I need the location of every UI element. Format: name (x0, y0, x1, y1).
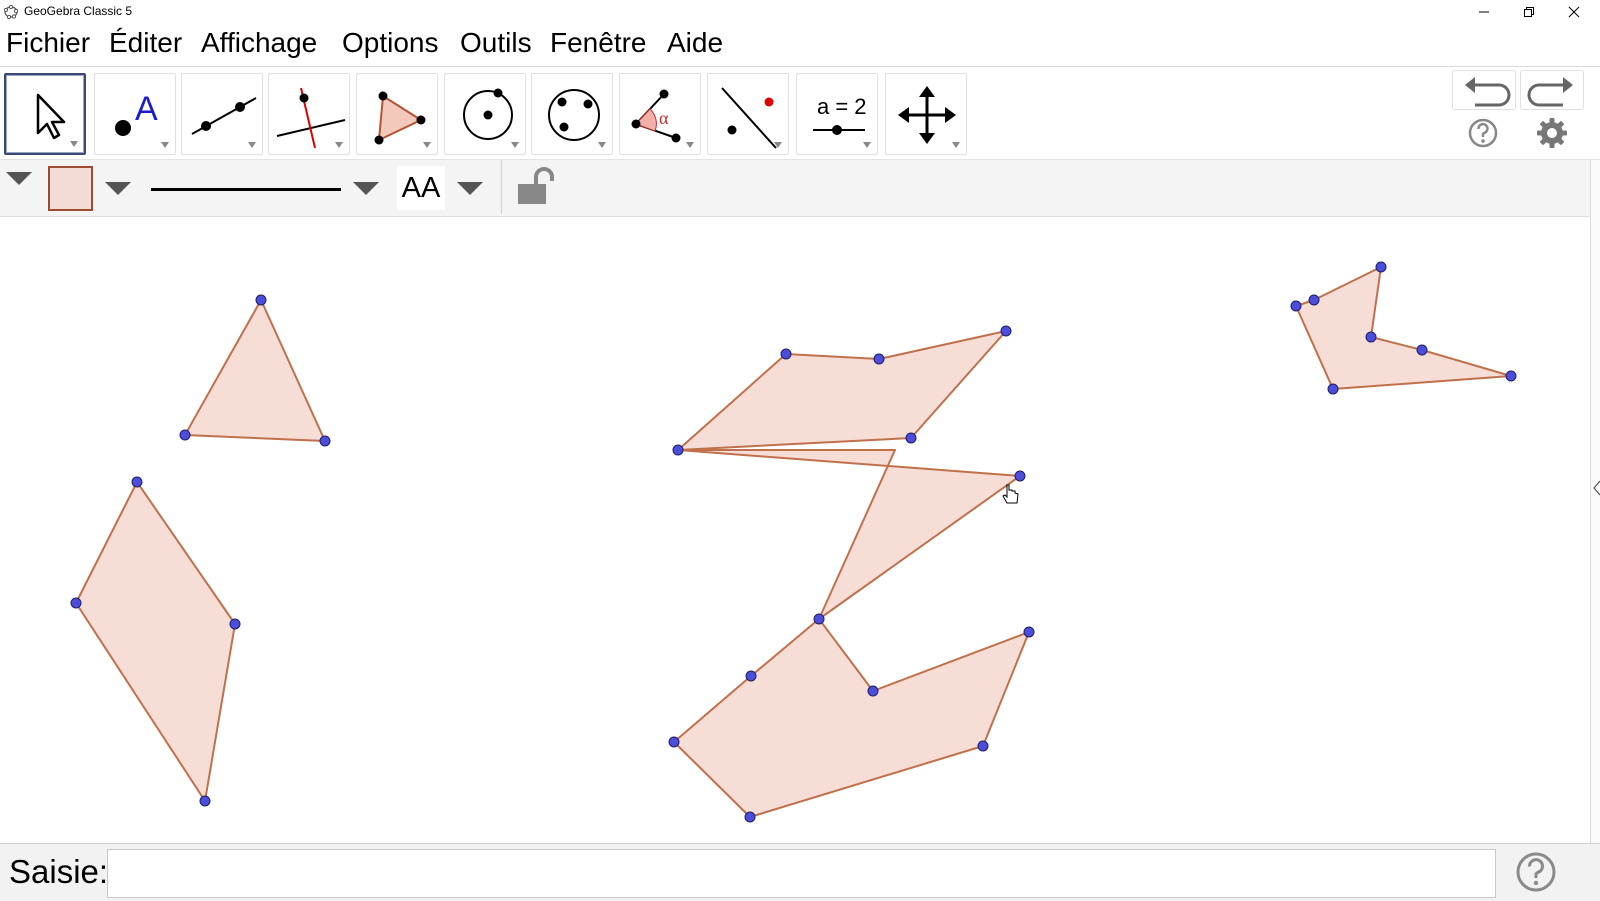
undo-button[interactable] (1452, 70, 1516, 110)
polygon-top-right[interactable] (1295, 266, 1512, 390)
graphics-view[interactable] (0, 217, 1590, 843)
tool-submenu-indicator (952, 142, 960, 148)
move-graphics-view-tool[interactable] (885, 73, 967, 155)
tool-submenu-indicator (511, 142, 519, 148)
tool-submenu-indicator (70, 141, 78, 147)
menu-editer[interactable]: Éditer (109, 27, 182, 59)
input-label: Saisie: (9, 853, 109, 890)
chevron-left-icon (1593, 480, 1600, 496)
tool-submenu-indicator (423, 142, 431, 148)
slider-tool-glyph: a = 2 (817, 94, 867, 119)
minimize-button[interactable] (1462, 0, 1506, 23)
tool-submenu-indicator (686, 142, 694, 148)
line-style-preview[interactable] (151, 188, 341, 191)
circle-center-point-tool[interactable] (444, 73, 526, 155)
help-icon (1468, 118, 1498, 148)
tool-submenu-indicator (863, 142, 871, 148)
polygon-tool[interactable] (356, 73, 438, 155)
maximize-button[interactable] (1507, 0, 1551, 23)
redo-icon (1527, 77, 1573, 107)
redo-button[interactable] (1520, 70, 1584, 110)
polygon-top-middle[interactable] (677, 330, 1007, 451)
tool-submenu-indicator (161, 142, 169, 148)
tool-submenu-indicator (774, 142, 782, 148)
reflect-tool[interactable] (707, 73, 789, 155)
angle-tool[interactable]: α (619, 73, 701, 155)
text-style-dropdown[interactable] (455, 180, 485, 200)
graphics-canvas[interactable] (0, 217, 1590, 843)
help-icon (1516, 852, 1556, 892)
unlock-icon (518, 167, 554, 204)
right-panel-toggle[interactable] (1590, 160, 1600, 843)
line-style-dropdown[interactable] (351, 180, 381, 200)
point-tool-glyph: A (135, 90, 158, 128)
input-help-button[interactable] (1514, 850, 1558, 899)
text-style-button[interactable]: AA (397, 166, 445, 210)
slider-tool[interactable]: a = 2 (796, 73, 878, 155)
chevron-down-icon (457, 182, 483, 195)
color-swatch-button[interactable] (48, 166, 93, 211)
restore-icon (1524, 6, 1534, 17)
tool-submenu-indicator (248, 142, 256, 148)
point-tool[interactable]: A (94, 73, 176, 155)
stylebar-divider (501, 160, 502, 214)
minimize-icon (1479, 11, 1489, 12)
line-tool[interactable] (181, 73, 263, 155)
polygon-rhombus[interactable] (75, 481, 236, 802)
close-icon (1568, 6, 1580, 17)
menu-affichage[interactable]: Affichage (201, 27, 317, 59)
menu-fichier[interactable]: Fichier (6, 27, 90, 59)
polygon-triangle[interactable] (184, 299, 326, 442)
geogebra-logo-icon (3, 4, 19, 19)
settings-button[interactable] (1536, 117, 1568, 149)
menu-bar: Fichier Éditer Affichage Options Outils … (0, 23, 1600, 67)
close-button[interactable] (1552, 0, 1596, 23)
perpendicular-line-tool[interactable] (268, 73, 350, 155)
toolbar: A α a = 2 (0, 67, 1600, 160)
polygon-bottom[interactable] (673, 618, 1030, 818)
menu-aide[interactable]: Aide (667, 27, 723, 59)
circle-three-points-tool[interactable] (531, 73, 613, 155)
menu-outils[interactable]: Outils (460, 27, 532, 59)
chevron-down-icon (105, 182, 131, 195)
chevron-down-icon (353, 182, 379, 195)
angle-tool-glyph: α (659, 108, 669, 128)
tool-submenu-indicator (598, 142, 606, 148)
title-bar: GeoGebra Classic 5 (0, 0, 1600, 23)
menu-options[interactable]: Options (342, 27, 439, 59)
input-bar: Saisie: (0, 843, 1600, 901)
stylebar-toggle[interactable] (4, 170, 34, 190)
tool-submenu-indicator (335, 142, 343, 148)
move-tool[interactable] (4, 73, 86, 155)
gear-icon (1537, 118, 1567, 148)
input-field[interactable] (107, 849, 1496, 898)
style-bar: AA (0, 160, 1590, 217)
menu-fenetre[interactable]: Fenêtre (550, 27, 647, 59)
polygon-middle-band[interactable] (677, 449, 1021, 620)
color-dropdown[interactable] (103, 180, 133, 200)
help-button[interactable] (1467, 117, 1499, 149)
triangle-down-icon (6, 172, 32, 185)
lock-button[interactable] (512, 164, 558, 210)
undo-icon (1465, 77, 1511, 107)
window-title: GeoGebra Classic 5 (24, 4, 133, 18)
